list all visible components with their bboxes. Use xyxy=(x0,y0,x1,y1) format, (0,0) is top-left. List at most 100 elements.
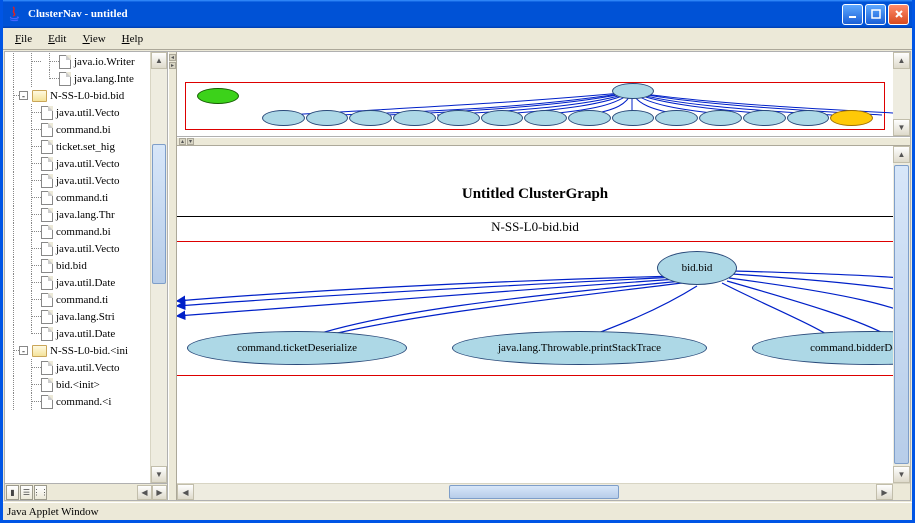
overview-leaf-node[interactable] xyxy=(524,110,567,126)
tree-item[interactable]: java.lang.Thr xyxy=(56,209,115,221)
scroll-down-icon[interactable]: ▼ xyxy=(893,466,910,483)
file-icon xyxy=(41,106,53,120)
file-icon xyxy=(41,157,53,171)
tree-tool-button[interactable]: ☰ xyxy=(20,485,33,500)
file-icon xyxy=(41,123,53,137)
tree-viewport[interactable]: java.io.Writer java.lang.Inte - N-SS-L0-b… xyxy=(5,52,150,483)
tree-item[interactable]: bid.<init> xyxy=(56,379,100,391)
tree-item[interactable]: ticket.set_hig xyxy=(56,141,115,153)
node-label: command.bidderDeserialize xyxy=(810,342,893,354)
overview-leaf-node[interactable] xyxy=(306,110,349,126)
tree-tool-button[interactable]: ▮ xyxy=(6,485,19,500)
scroll-left-icon[interactable]: ◀ xyxy=(177,484,194,500)
overview-leaf-node[interactable] xyxy=(612,110,655,126)
overview-leaf-node[interactable] xyxy=(743,110,786,126)
scroll-up-icon[interactable]: ▲ xyxy=(893,52,910,69)
scroll-up-icon[interactable]: ▲ xyxy=(151,52,167,69)
node-label: command.ticketDeserialize xyxy=(237,342,357,354)
node-label: bid.bid xyxy=(682,262,713,274)
menu-edit[interactable]: Edit xyxy=(40,31,74,47)
tree-folder[interactable]: N-SS-L0-bid.bid xyxy=(50,90,124,102)
overview-leaf-node[interactable] xyxy=(481,110,524,126)
overview-leaf-node[interactable] xyxy=(349,110,392,126)
scroll-up-icon[interactable]: ▲ xyxy=(893,146,910,163)
splitter-down-icon[interactable]: ▾ xyxy=(187,138,194,145)
file-icon xyxy=(41,293,53,307)
vertical-splitter[interactable]: ◂ ▸ xyxy=(168,52,177,500)
minimize-button[interactable] xyxy=(842,4,863,25)
horizontal-splitter[interactable]: ▴ ▾ xyxy=(177,137,910,146)
overview-leaf-node[interactable] xyxy=(437,110,480,126)
scroll-left-icon[interactable]: ◀ xyxy=(137,485,152,500)
scroll-down-icon[interactable]: ▼ xyxy=(893,119,910,136)
detail-canvas[interactable]: Untitled ClusterGraph N-SS-L0-bid.bid xyxy=(177,146,893,483)
overview-leaf-node-orange[interactable] xyxy=(830,110,873,126)
tree-item[interactable]: java.util.Vecto xyxy=(56,158,120,170)
file-icon xyxy=(41,242,53,256)
splitter-up-icon[interactable]: ▴ xyxy=(179,138,186,145)
tree-item[interactable]: command.bi xyxy=(56,226,111,238)
file-icon xyxy=(41,327,53,341)
overview-leaf-node[interactable] xyxy=(262,110,305,126)
tree-item[interactable]: java.io.Writer xyxy=(74,56,135,68)
file-icon xyxy=(41,395,53,409)
tree-item[interactable]: bid.bid xyxy=(56,260,87,272)
close-button[interactable] xyxy=(888,4,909,25)
scroll-right-icon[interactable]: ▶ xyxy=(152,485,167,500)
tree-item[interactable]: command.ti xyxy=(56,192,108,204)
collapse-handle-icon[interactable]: - xyxy=(19,346,28,355)
tree-item[interactable]: command.bi xyxy=(56,124,111,136)
tree-vertical-scrollbar[interactable]: ▲ ▼ xyxy=(150,52,167,483)
collapse-handle-icon[interactable]: - xyxy=(19,91,28,100)
overview-leaf-node[interactable] xyxy=(699,110,742,126)
graph-child-node[interactable]: command.ticketDeserialize xyxy=(187,331,407,365)
tree-item[interactable]: java.util.Date xyxy=(56,277,115,289)
splitter-left-icon[interactable]: ◂ xyxy=(169,54,176,61)
tree-item[interactable]: java.lang.Inte xyxy=(74,73,134,85)
tree-item[interactable]: java.util.Vecto xyxy=(56,107,120,119)
file-icon xyxy=(41,259,53,273)
tree-toolbar: ▮ ☰ ⋮⋮ ◀ ▶ xyxy=(5,483,167,500)
graph-root-node[interactable]: bid.bid xyxy=(657,251,737,285)
scroll-thumb[interactable] xyxy=(894,165,909,464)
splitter-right-icon[interactable]: ▸ xyxy=(169,62,176,69)
detail-vertical-scrollbar[interactable]: ▲ ▼ xyxy=(893,146,910,483)
graph-child-node[interactable]: java.lang.Throwable.printStackTrace xyxy=(452,331,707,365)
overview-leaf-node[interactable] xyxy=(393,110,436,126)
overview-canvas[interactable] xyxy=(177,52,893,136)
file-icon xyxy=(41,174,53,188)
file-icon xyxy=(41,310,53,324)
folder-icon xyxy=(32,90,47,102)
tree-item[interactable]: java.util.Date xyxy=(56,328,115,340)
tree-item[interactable]: command.ti xyxy=(56,294,108,306)
scroll-thumb[interactable] xyxy=(152,144,166,284)
title-bar[interactable]: ClusterNav - untitled xyxy=(3,0,912,28)
overview-leaf-node[interactable] xyxy=(787,110,830,126)
file-icon xyxy=(59,55,71,69)
tree-tool-button[interactable]: ⋮⋮ xyxy=(34,485,47,500)
tree-item[interactable]: command.<i xyxy=(56,396,111,408)
overview-leaf-node[interactable] xyxy=(655,110,698,126)
tree-item[interactable]: java.lang.Stri xyxy=(56,311,115,323)
file-icon xyxy=(41,361,53,375)
scroll-right-icon[interactable]: ▶ xyxy=(876,484,893,500)
tree-item[interactable]: java.util.Vecto xyxy=(56,362,120,374)
menu-file[interactable]: File xyxy=(7,31,40,47)
overview-vertical-scrollbar[interactable]: ▲ ▼ xyxy=(893,52,910,136)
graph-edges xyxy=(177,146,893,483)
tree-folder[interactable]: N-SS-L0-bid.<ini xyxy=(50,345,128,357)
tree-item[interactable]: java.util.Vecto xyxy=(56,175,120,187)
overview-root-node[interactable] xyxy=(612,83,654,99)
scroll-down-icon[interactable]: ▼ xyxy=(151,466,167,483)
detail-horizontal-scrollbar[interactable]: ◀ ▶ xyxy=(177,483,910,500)
menu-help[interactable]: Help xyxy=(114,31,151,47)
tree-item[interactable]: java.util.Vecto xyxy=(56,243,120,255)
file-icon xyxy=(41,225,53,239)
scroll-thumb[interactable] xyxy=(449,485,619,499)
maximize-button[interactable] xyxy=(865,4,886,25)
tree-panel: java.io.Writer java.lang.Inte - N-SS-L0-b… xyxy=(5,52,168,500)
menu-view[interactable]: View xyxy=(74,31,113,47)
node-label: java.lang.Throwable.printStackTrace xyxy=(498,342,661,354)
overview-leaf-node[interactable] xyxy=(568,110,611,126)
file-icon xyxy=(41,191,53,205)
